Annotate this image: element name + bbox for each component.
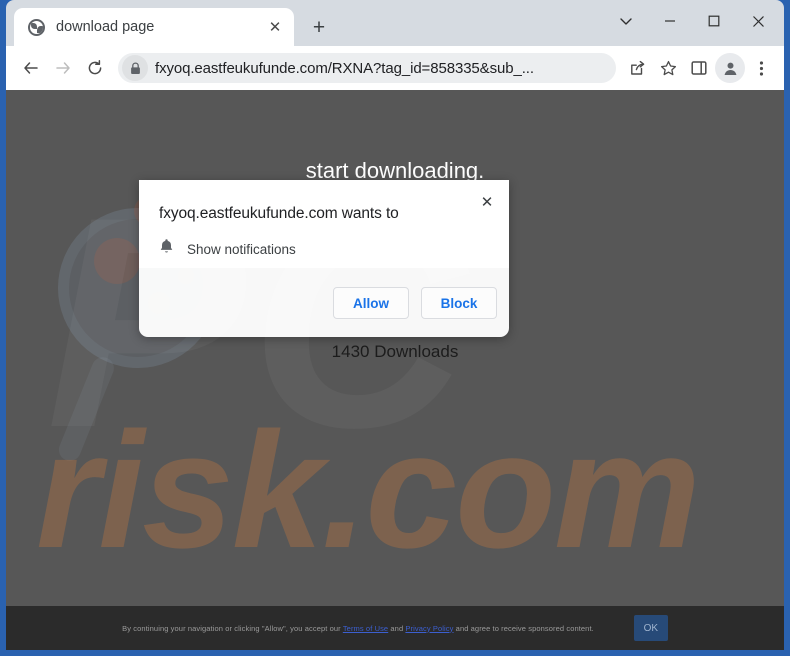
browser-toolbar: fxyoq.eastfeukufunde.com/RXNA?tag_id=858… — [6, 46, 784, 90]
dialog-title: fxyoq.eastfeukufunde.com wants to — [159, 205, 399, 222]
minimize-icon[interactable] — [648, 5, 692, 37]
dialog-close-icon[interactable]: ✕ — [475, 190, 499, 214]
consent-text-before: By continuing your navigation or clickin… — [122, 623, 343, 633]
tab-title: download page — [56, 19, 155, 35]
browser-tab[interactable]: download page ✕ — [14, 8, 294, 46]
allow-button[interactable]: Allow — [333, 287, 409, 319]
share-icon[interactable] — [622, 53, 652, 83]
reload-button[interactable] — [80, 53, 110, 83]
address-bar-url: fxyoq.eastfeukufunde.com/RXNA?tag_id=858… — [155, 59, 534, 77]
page-viewport: PC risk.com start downloading. 1430 Down… — [6, 90, 784, 650]
address-bar[interactable]: fxyoq.eastfeukufunde.com/RXNA?tag_id=858… — [118, 53, 616, 83]
maximize-icon[interactable] — [692, 5, 736, 37]
window-controls — [604, 4, 780, 38]
lock-icon[interactable] — [122, 55, 148, 81]
privacy-policy-link[interactable]: Privacy Policy — [405, 624, 453, 633]
tab-search-chevron-down-icon[interactable] — [604, 5, 648, 37]
browser-window: download page ✕ + fxyoq.eastfeukufunde.c… — [0, 0, 790, 656]
side-panel-icon[interactable] — [684, 53, 714, 83]
consent-text-middle: and — [388, 623, 406, 633]
new-tab-button[interactable]: + — [304, 12, 334, 42]
three-dot-menu-icon[interactable] — [746, 53, 776, 83]
block-button[interactable]: Block — [421, 287, 497, 319]
bell-icon — [159, 238, 174, 260]
tab-close-icon[interactable]: ✕ — [264, 16, 286, 38]
dialog-buttons: Allow Block — [333, 287, 497, 319]
downloads-counter: 1430 Downloads — [331, 342, 459, 361]
terms-of-use-link[interactable]: Terms of Use — [343, 624, 388, 633]
forward-button[interactable] — [48, 53, 78, 83]
star-icon[interactable] — [653, 53, 683, 83]
permission-row: Show notifications — [159, 238, 296, 260]
avatar-icon[interactable] — [715, 53, 745, 83]
close-icon[interactable] — [736, 5, 780, 37]
toolbar-actions — [622, 53, 776, 83]
tab-strip: download page ✕ + — [6, 0, 784, 46]
back-button[interactable] — [16, 53, 46, 83]
consent-text: By continuing your navigation or clickin… — [122, 624, 594, 633]
consent-bar: By continuing your navigation or clickin… — [6, 606, 784, 650]
consent-text-after: and agree to receive sponsored content. — [453, 623, 594, 633]
notification-permission-dialog: ✕ fxyoq.eastfeukufunde.com wants to Show… — [139, 180, 509, 337]
globe-icon — [28, 18, 45, 36]
consent-ok-button[interactable]: OK — [633, 615, 668, 641]
watermark-risk-text: risk.com — [36, 398, 701, 582]
permission-label: Show notifications — [187, 241, 296, 257]
